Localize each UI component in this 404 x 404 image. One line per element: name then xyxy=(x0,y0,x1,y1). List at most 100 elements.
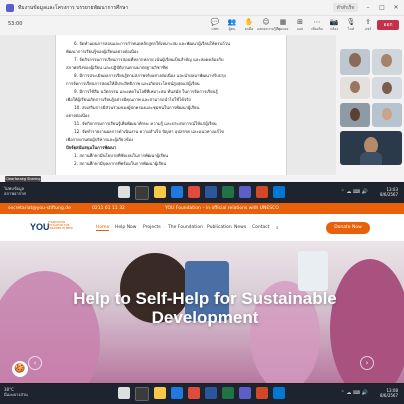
participant-tile[interactable] xyxy=(372,49,402,75)
document-line: 8. มีการประเมินผลการเรียนรู้ตามสภาพจริงอ… xyxy=(74,73,226,78)
search-icon[interactable] xyxy=(135,186,149,200)
windows-start-icon[interactable] xyxy=(118,186,130,198)
toolbar-button-label: แชร์ xyxy=(364,27,372,31)
document-line: 11. จัดกิจกรรมการเรียนรู้เพื่อพัฒนาทักษะ… xyxy=(74,121,217,126)
document-line: 12. จัดทำรายงานผลการดำเนินงาน ความสำเร็จ… xyxy=(74,129,225,134)
excel-icon[interactable] xyxy=(222,387,234,399)
apps-icon: ⊞ xyxy=(297,18,303,26)
edge-icon[interactable] xyxy=(171,387,183,399)
nav-contact[interactable]: Contact xyxy=(252,225,270,230)
hero-banner: Help to Self-Help for Sustainable Develo… xyxy=(0,241,404,383)
taskbar-apps xyxy=(118,387,285,401)
toolbar-button-label: แสดงความรู้สึก xyxy=(257,27,281,31)
website-view: secretariat@you-stiftung.de 0211 61 11 3… xyxy=(0,203,404,383)
meeting-timer: 53:00 xyxy=(8,21,23,27)
hand-toolbar-button[interactable]: ✋ ยกมือ xyxy=(240,18,258,34)
cookie-settings-icon[interactable]: 🍪 xyxy=(12,361,28,377)
file-explorer-icon[interactable] xyxy=(154,186,166,198)
nav-home[interactable]: Home xyxy=(96,225,110,231)
carousel-next-icon[interactable]: › xyxy=(360,356,374,370)
meeting-toolbar: 53:00 ออก 💬 แชท 👥 ผู้คน ✋ ยกมือ ☺ แสดงความรู้สึ… xyxy=(0,16,404,34)
toolbar-button-label: ยกมือ xyxy=(244,27,254,31)
nav-publication[interactable]: Publication xyxy=(207,225,232,230)
chat-toolbar-button[interactable]: 💬 แชท xyxy=(206,18,224,34)
search-icon[interactable]: ⌕ xyxy=(276,225,279,231)
logo-subtitle: FOUNDATION EDUCATION FOR CHILDREN IN NEE… xyxy=(48,221,73,230)
weather-widget[interactable]: ไม่พบข้อมูล สภาพอากาศ xyxy=(4,186,26,196)
document-line: อย่างต่อเนื่อง xyxy=(66,113,90,118)
nav-help-now[interactable]: Help Now xyxy=(115,225,137,230)
view-icon: ▦ xyxy=(279,18,287,26)
you-logo[interactable]: YOU xyxy=(30,222,50,232)
minimize-icon[interactable]: – xyxy=(364,4,372,12)
edge-icon[interactable] xyxy=(171,186,183,198)
mic-toolbar-button[interactable]: 🎙 ไมค์ xyxy=(342,18,360,34)
topbar-notice: YOU Foundation – in official relations w… xyxy=(165,206,279,211)
camera-toolbar-button[interactable]: 📷 กล้อง xyxy=(325,18,343,34)
close-icon[interactable]: ✕ xyxy=(392,4,400,12)
leave-button[interactable]: ออก xyxy=(377,20,399,30)
taskbar-top: ไม่พบข้อมูล สภาพอากาศ ⌃ ☁ ⌨ 🔊 13:03 8/6/2… xyxy=(0,183,404,203)
chrome-icon[interactable] xyxy=(188,387,200,399)
status-pill[interactable]: ทำสำเร็จ xyxy=(332,3,358,12)
view-toolbar-button[interactable]: ▦ มุมมอง xyxy=(274,18,292,34)
powerpoint-icon[interactable] xyxy=(256,387,268,399)
file-explorer-icon[interactable] xyxy=(154,387,166,399)
teams-icon[interactable] xyxy=(239,186,251,198)
share-toolbar-button[interactable]: ⇪ แชร์ xyxy=(359,18,377,34)
participant-panel xyxy=(336,35,404,182)
apps-toolbar-button[interactable]: ⊞ แอป xyxy=(291,18,309,34)
chat-icon: 💬 xyxy=(210,18,220,26)
react-toolbar-button[interactable]: ☺ แสดงความรู้สึก xyxy=(257,18,281,34)
topbar-phone[interactable]: 0211 61 11 32 xyxy=(92,206,125,211)
meeting-title: ทีมงานข้อมูลและโครงการ บรรยายพัฒนาการศึก… xyxy=(18,5,129,11)
site-topbar: secretariat@you-stiftung.de 0211 61 11 3… xyxy=(0,203,404,214)
maximize-icon[interactable]: □ xyxy=(378,4,386,12)
system-tray[interactable]: ⌃ ☁ ⌨ 🔊 xyxy=(341,390,368,396)
active-speaker-tile[interactable] xyxy=(340,131,402,165)
participant-tile[interactable] xyxy=(340,49,370,75)
weather-widget[interactable]: 38°C มีเมฆบางส่วน xyxy=(4,387,28,397)
document-line: 1. สถานศึกษามีนโยบายที่ชัดเจนในการพัฒนาผ… xyxy=(74,153,169,158)
participant-tile[interactable] xyxy=(340,77,370,99)
topbar-email[interactable]: secretariat@you-stiftung.de xyxy=(8,206,71,211)
participant-tile[interactable] xyxy=(372,77,402,99)
sharing-banner[interactable]: Clearfaraeg Sharing xyxy=(5,176,41,182)
more-toolbar-button[interactable]: ⋯ เพิ่มเติม xyxy=(308,18,326,34)
system-tray[interactable]: ⌃ ☁ ⌨ 🔊 xyxy=(341,189,368,195)
outlook-icon[interactable] xyxy=(273,387,285,399)
outlook-icon[interactable] xyxy=(273,186,285,198)
nav-news[interactable]: News xyxy=(234,225,246,230)
document-line: 6. จัดทำแผนการสอนและการกำหนดหลักสูตรให้เ… xyxy=(74,41,230,46)
nav-projects[interactable]: Projects xyxy=(143,225,161,230)
more-icon: ⋯ xyxy=(313,18,321,26)
taskbar-clock[interactable]: 13:03 8/6/2567 xyxy=(380,187,398,197)
document-line: เพื่อรายงานต่อผู้บริหารและผู้เกี่ยวข้อง xyxy=(66,137,134,142)
word-icon[interactable] xyxy=(205,387,217,399)
nav-the-foundation[interactable]: The Foundation xyxy=(168,225,203,230)
teams-icon[interactable] xyxy=(239,387,251,399)
donate-now-button[interactable]: Donate Now xyxy=(326,222,370,234)
word-icon[interactable] xyxy=(205,186,217,198)
meeting-window: ทีมงานข้อมูลและโครงการ บรรยายพัฒนาการศึก… xyxy=(0,0,404,182)
hand-icon: ✋ xyxy=(244,18,254,26)
search-icon[interactable] xyxy=(135,387,149,401)
windows-start-icon[interactable] xyxy=(118,387,130,399)
taskbar-clock[interactable]: 13:08 8/6/2567 xyxy=(380,388,398,398)
document-line: การจัดการเรียนการสอนให้มีประสิทธิภาพ และ… xyxy=(66,81,200,86)
document-line: เพื่อให้ผู้เรียนเกิดการเรียนรู้อย่างมีคุ… xyxy=(66,97,191,102)
toolbar-button-label: เพิ่มเติม xyxy=(311,27,323,31)
document-line: 9. มีการใช้สื่อ นวัตกรรม และเทคโนโลยีที่… xyxy=(74,89,218,94)
taskbar-apps xyxy=(118,186,285,200)
participant-tile[interactable] xyxy=(372,103,402,127)
carousel-prev-icon[interactable]: ‹ xyxy=(28,356,42,370)
powerpoint-icon[interactable] xyxy=(256,186,268,198)
people-toolbar-button[interactable]: 👥 ผู้คน xyxy=(223,18,241,34)
chrome-icon[interactable] xyxy=(188,186,200,198)
mic-icon: 🎙 xyxy=(346,18,356,26)
toolbar-button-label: แอป xyxy=(296,27,304,31)
document-line: 7. จัดกิจกรรมการเรียนการสอนที่หลากหลาย เ… xyxy=(74,57,224,62)
hero-title: Help to Self-Help for Sustainable Develo… xyxy=(73,289,337,327)
excel-icon[interactable] xyxy=(222,186,234,198)
participant-tile[interactable] xyxy=(340,103,370,127)
